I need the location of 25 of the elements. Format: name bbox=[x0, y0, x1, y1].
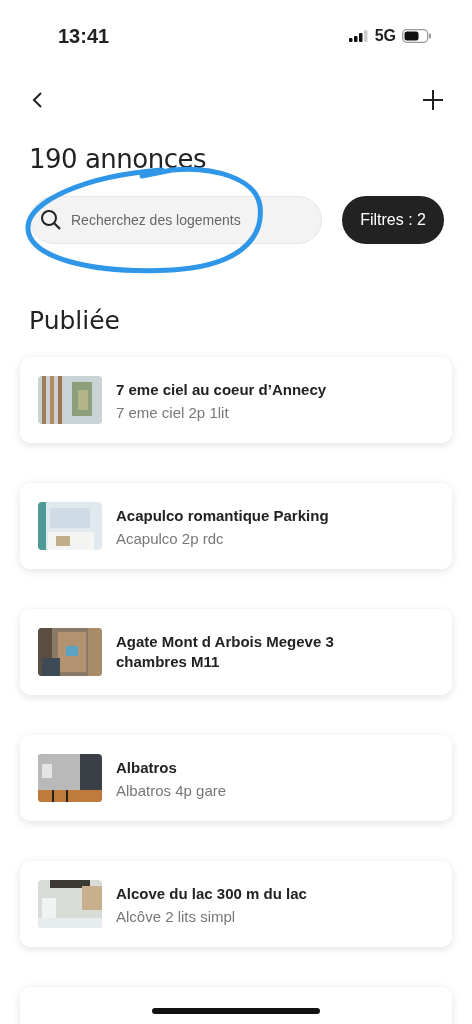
listing-card[interactable]: Acapulco romantique Parking Acapulco 2p rdc bbox=[20, 483, 452, 569]
listing-subtitle: Alcôve 2 lits simpl bbox=[116, 907, 237, 925]
battery-icon bbox=[402, 29, 432, 43]
filters-button[interactable]: Filtres : 2 bbox=[342, 196, 444, 244]
search-field[interactable]: Recherchez des logements bbox=[30, 196, 323, 244]
listing-card[interactable]: Albatros Albatros 4p gare bbox=[20, 735, 452, 821]
listing-title: 7 eme ciel au coeur d’Annecy bbox=[116, 379, 327, 400]
listing-title: Alcove du lac 300 m du lac bbox=[116, 883, 307, 904]
listing-title: Albatros bbox=[116, 757, 178, 778]
listing-card[interactable]: Agate Mont d Arbois Megeve 3 chambres M11 bbox=[20, 609, 452, 695]
add-icon[interactable] bbox=[422, 89, 444, 111]
signal-icon bbox=[348, 30, 369, 42]
search-icon bbox=[40, 209, 62, 231]
listing-title: Acapulco romantique Parking bbox=[116, 505, 329, 526]
listing-subtitle: 7 eme ciel 2p 1lit bbox=[116, 403, 230, 421]
network-label: 5G bbox=[374, 27, 396, 45]
page-title: 190 annonces bbox=[29, 144, 207, 174]
listing-card[interactable]: Alcove du lac 300 m du lac Alcôve 2 lits simpl bbox=[20, 861, 452, 947]
listing-subtitle: Acapulco 2p rdc bbox=[116, 529, 225, 547]
back-icon[interactable] bbox=[30, 90, 44, 110]
listing-title: Agate Mont d Arbois Megeve 3 chambres M11 bbox=[116, 632, 335, 672]
listing-card[interactable]: 7 eme ciel au coeur d’Annecy 7 eme ciel 2p 1lit bbox=[20, 357, 452, 443]
status-time: 13:41 bbox=[58, 24, 110, 48]
listing-subtitle: Albatros 4p gare bbox=[116, 781, 227, 799]
section-title: Publiée bbox=[29, 306, 121, 335]
